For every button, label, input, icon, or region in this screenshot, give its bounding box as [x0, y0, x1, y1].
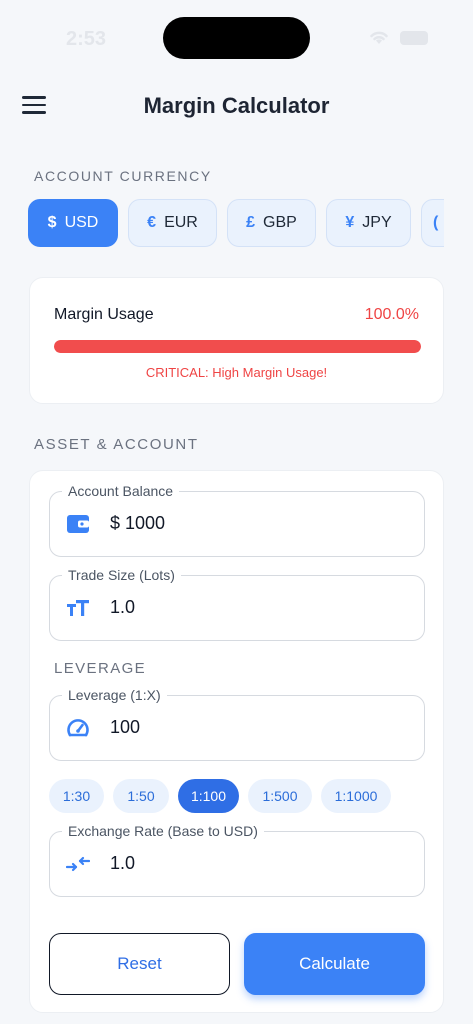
margin-usage-card: Margin Usage 100.0% CRITICAL: High Margi…: [29, 277, 444, 404]
leverage-field[interactable]: Leverage (1:X) 100: [49, 687, 425, 761]
trade-size-field[interactable]: Trade Size (Lots) 1.0: [49, 567, 425, 641]
trade-size-label: Trade Size (Lots): [62, 567, 181, 583]
leverage-preset-1-30[interactable]: 1:30: [49, 779, 104, 813]
status-bar: 2:53: [0, 0, 473, 70]
reset-button[interactable]: Reset: [49, 933, 230, 995]
app-header: Margin Calculator: [0, 80, 473, 134]
currency-chip-usd[interactable]: $ USD: [28, 199, 118, 247]
leverage-label: Leverage (1:X): [62, 687, 167, 703]
exchange-rate-field[interactable]: Exchange Rate (Base to USD) 1.0: [49, 823, 425, 897]
margin-usage-value: 100.0%: [364, 306, 419, 323]
trade-size-value: 1.0: [110, 597, 136, 617]
swap-arrows-icon: [66, 856, 90, 872]
currency-symbol: £: [246, 214, 256, 231]
asset-account-card: Account Balance $ 1000 Trade Size (Lots)…: [29, 470, 444, 1013]
exchange-rate-label: Exchange Rate (Base to USD): [62, 823, 264, 839]
calculate-button[interactable]: Calculate: [244, 933, 425, 995]
wifi-icon: [370, 31, 388, 44]
leverage-preset-1-500[interactable]: 1:500: [248, 779, 312, 813]
account-currency-label: ACCOUNT CURRENCY: [34, 168, 212, 184]
dynamic-island: [163, 17, 310, 59]
account-balance-value: $ 1000: [110, 513, 166, 533]
text-size-icon: [67, 600, 89, 616]
leverage-preset-1-100[interactable]: 1:100: [178, 779, 239, 813]
margin-progress-fill: [54, 340, 421, 353]
leverage-section-label: LEVERAGE: [54, 660, 147, 677]
currency-symbol: €: [147, 214, 157, 231]
currency-chip-jpy[interactable]: ¥ JPY: [326, 199, 411, 247]
margin-usage-label: Margin Usage: [54, 306, 154, 323]
currency-code: USD: [64, 214, 99, 231]
speedometer-icon: [67, 719, 89, 737]
currency-code: EUR: [164, 214, 198, 231]
currency-selector: $ USD € EUR £ GBP ¥ JPY (: [28, 199, 444, 249]
leverage-preset-1-1000[interactable]: 1:1000: [321, 779, 391, 813]
exchange-rate-value: 1.0: [110, 853, 136, 873]
currency-partial-icon: (: [433, 214, 439, 231]
currency-chip-next[interactable]: (: [421, 199, 444, 247]
margin-warning: CRITICAL: High Margin Usage!: [145, 365, 328, 380]
asset-account-label: ASSET & ACCOUNT: [34, 436, 199, 453]
leverage-value: 100: [110, 717, 141, 737]
currency-symbol: ¥: [345, 214, 355, 231]
page-title: Margin Calculator: [143, 93, 330, 118]
leverage-preset-1-50[interactable]: 1:50: [113, 779, 169, 813]
account-balance-field[interactable]: Account Balance $ 1000: [49, 483, 425, 557]
currency-symbol: $: [47, 214, 57, 231]
currency-chip-gbp[interactable]: £ GBP: [227, 199, 316, 247]
margin-progress-bar: [54, 340, 421, 353]
battery-icon: [400, 31, 428, 45]
currency-chip-eur[interactable]: € EUR: [128, 199, 217, 247]
currency-code: GBP: [263, 214, 297, 231]
status-time: 2:53: [66, 28, 107, 50]
account-balance-label: Account Balance: [62, 483, 180, 499]
wallet-icon: [67, 515, 89, 533]
currency-code: JPY: [362, 214, 392, 231]
